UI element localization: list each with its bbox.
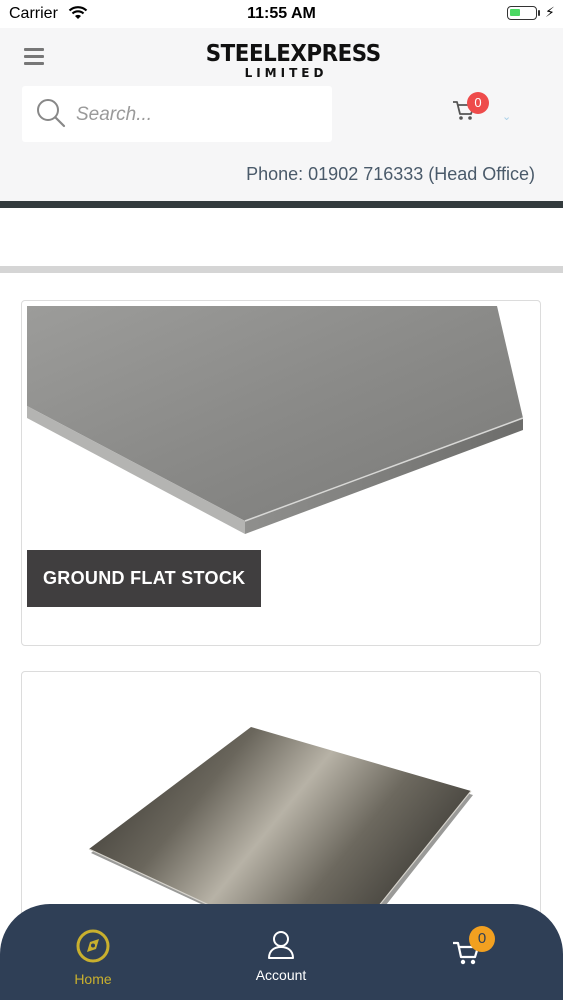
search-input[interactable]	[74, 100, 318, 130]
bottom-navigation: Home Account 0	[0, 904, 563, 1000]
search-bar[interactable]	[22, 86, 332, 142]
battery-icon	[507, 6, 537, 20]
nav-home-label: Home	[74, 971, 112, 987]
header-cart-count-badge: 0	[467, 92, 489, 114]
brand-logo[interactable]: STEELEXPRESS LIMITED	[200, 41, 381, 80]
search-icon[interactable]	[36, 98, 66, 128]
nav-account[interactable]: Account	[221, 904, 341, 983]
phone-number[interactable]: Phone: 01902 716333 (Head Office)	[246, 164, 535, 185]
status-bar: Carrier 11:55 AM ⚡	[0, 0, 563, 28]
product-label[interactable]: GROUND FLAT STOCK	[27, 550, 262, 607]
nav-cart[interactable]: 0	[409, 904, 529, 971]
compass-icon	[76, 929, 110, 963]
battery-tip	[538, 10, 540, 16]
app-header: STEELEXPRESS LIMITED 0 ⌄ Phone: 01902 71…	[0, 28, 563, 202]
nav-home[interactable]: Home	[33, 904, 153, 987]
section-divider	[0, 266, 563, 273]
user-icon	[268, 931, 294, 959]
hamburger-menu-icon[interactable]	[24, 48, 44, 65]
nav-cart-count-badge: 0	[469, 926, 495, 952]
nav-account-label: Account	[255, 967, 307, 983]
charging-icon: ⚡	[545, 4, 555, 20]
chevron-down-icon[interactable]: ⌄	[502, 110, 511, 123]
logo-subtitle: LIMITED	[244, 66, 328, 80]
header-divider	[0, 201, 563, 208]
logo-title: STEELEXPRESS	[205, 41, 381, 67]
product-card-ground-flat-stock[interactable]: GROUND FLAT STOCK	[21, 300, 541, 646]
clock: 11:55 AM	[247, 5, 316, 22]
